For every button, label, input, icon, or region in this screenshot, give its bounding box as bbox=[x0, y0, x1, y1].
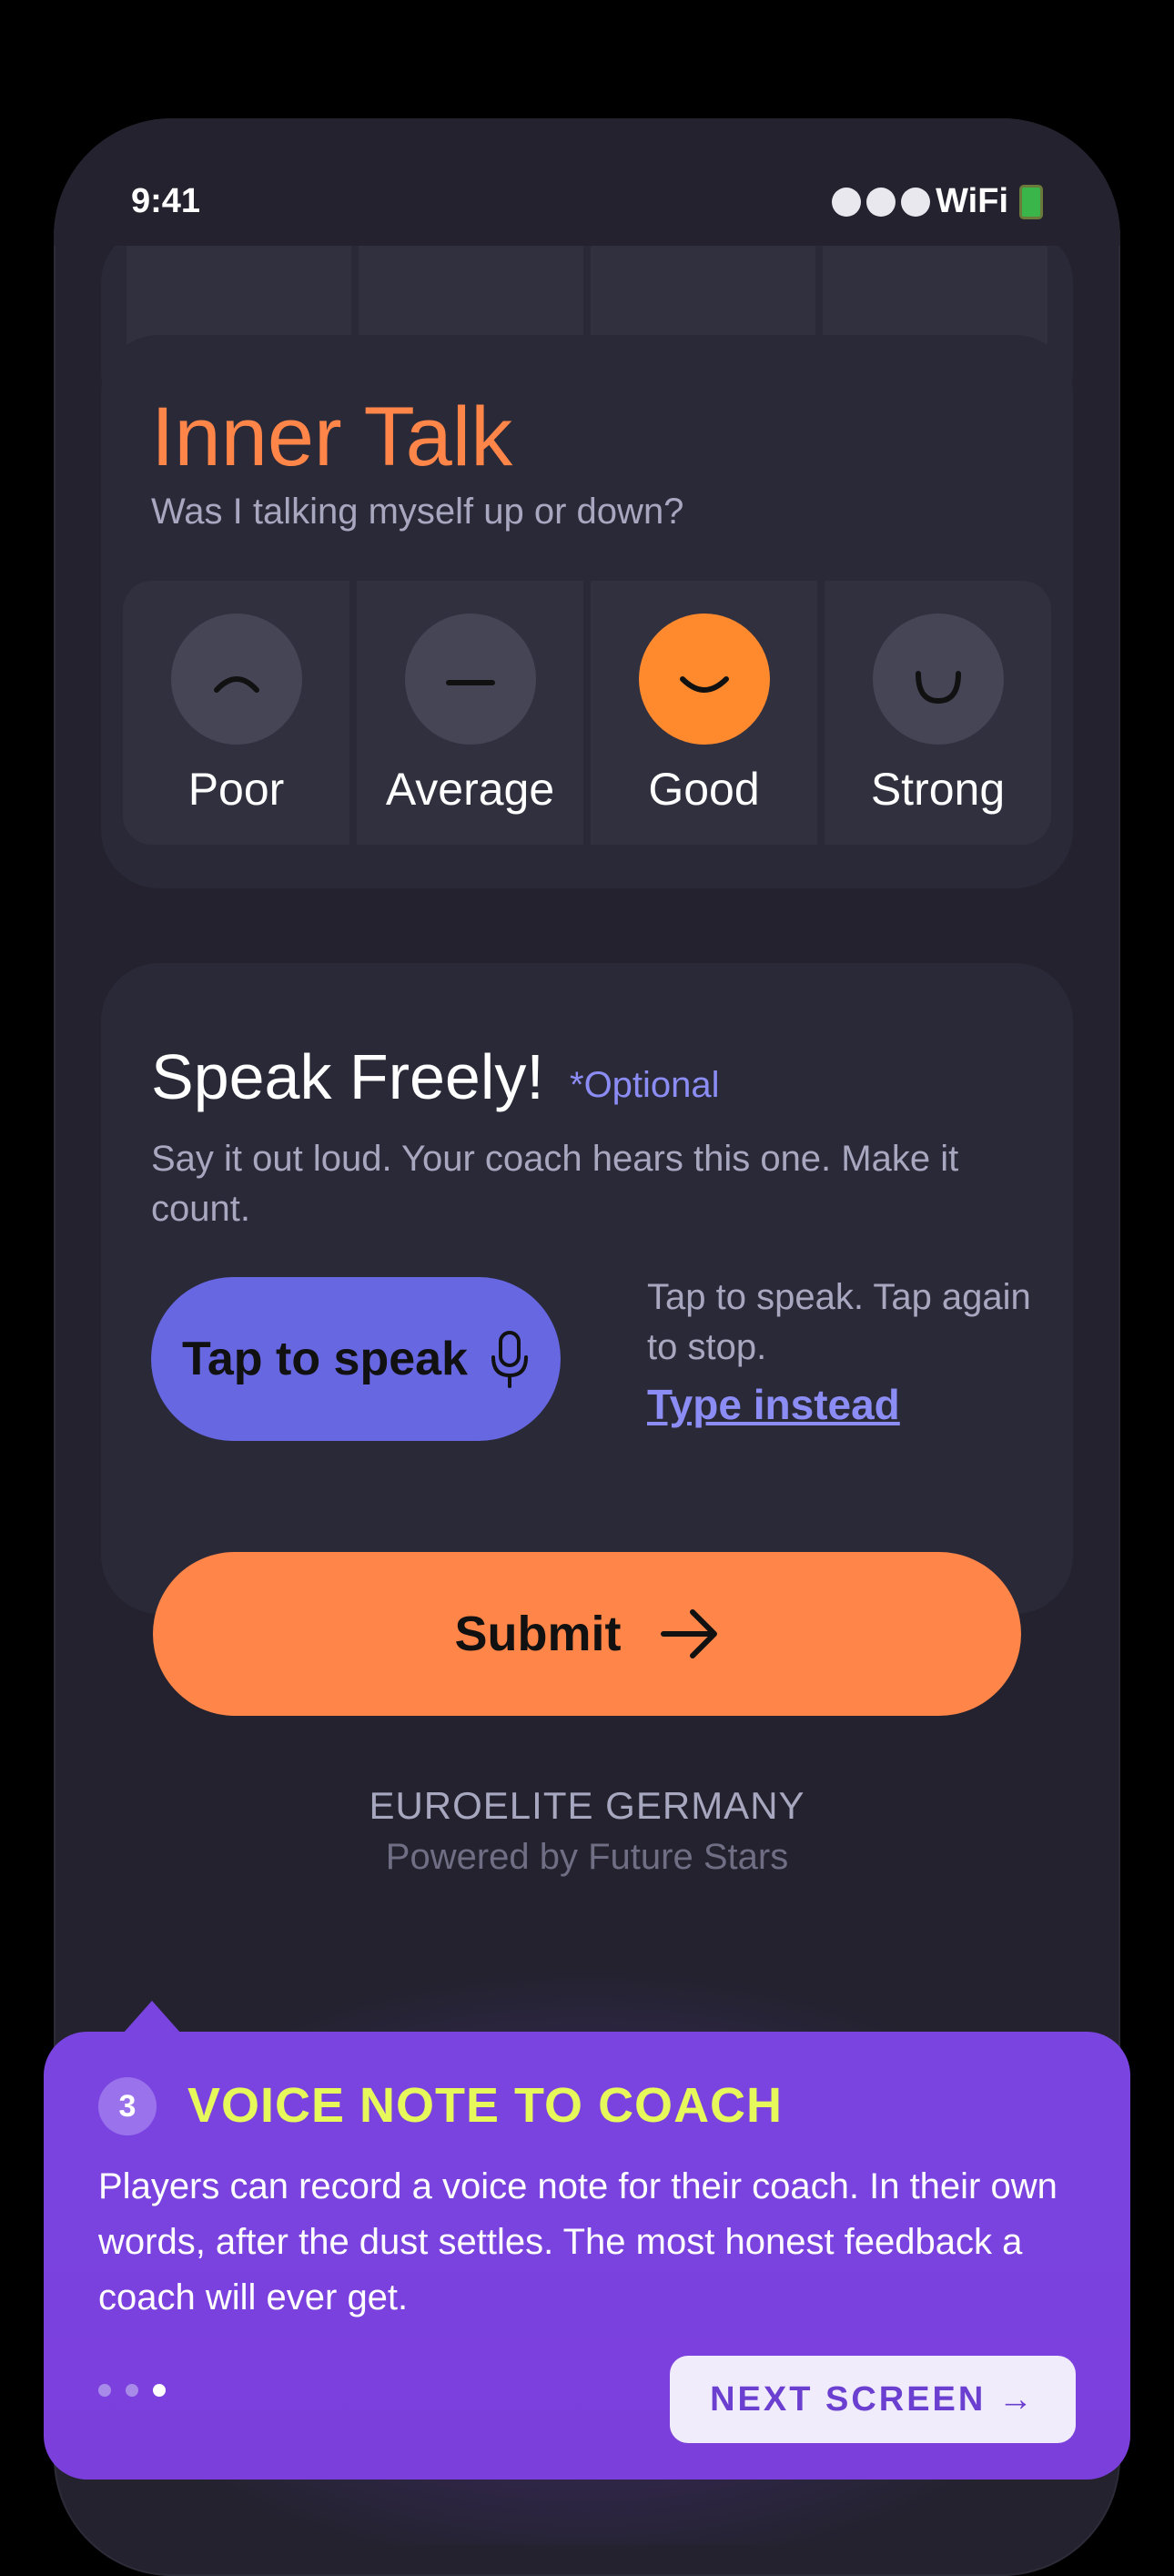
page-dot-active bbox=[153, 2384, 166, 2397]
rating-option-label: Poor bbox=[187, 764, 285, 815]
wifi-label: WiFi bbox=[936, 182, 1008, 220]
optional-tag: *Optional bbox=[570, 1065, 720, 1105]
battery-icon bbox=[1019, 184, 1043, 219]
signal-dot-icon bbox=[901, 187, 931, 217]
step-badge: 3 bbox=[98, 2077, 157, 2135]
speak-freely-title: Speak Freely! bbox=[151, 1041, 544, 1112]
rating-option-average[interactable]: Average bbox=[357, 581, 583, 845]
status-bar: 9:41 WiFi bbox=[54, 118, 1120, 246]
microphone-icon bbox=[491, 1331, 528, 1388]
rating-option-good[interactable]: Good bbox=[591, 581, 817, 845]
tooltip-pointer bbox=[123, 2001, 181, 2033]
footer-powered-by: Powered by Future Stars bbox=[385, 1837, 789, 1877]
speak-freely-card: Speak Freely! *Optional Say it out loud.… bbox=[101, 963, 1073, 1614]
smile-face-icon bbox=[638, 614, 770, 745]
status-indicators: WiFi bbox=[832, 182, 1043, 221]
tap-to-speak-label: Tap to speak bbox=[181, 1333, 468, 1385]
frown-face-icon bbox=[170, 614, 302, 745]
submit-label: Submit bbox=[454, 1607, 622, 1661]
signal-dot-icon bbox=[866, 187, 896, 217]
page-dot bbox=[126, 2384, 138, 2397]
arrow-right-icon bbox=[660, 1609, 717, 1658]
page-dot bbox=[98, 2384, 111, 2397]
footer-org: EUROELITE GERMANY bbox=[369, 1784, 805, 1827]
submit-button[interactable]: Submit bbox=[153, 1552, 1021, 1716]
rating-option-label: Good bbox=[648, 764, 760, 815]
tap-to-speak-button[interactable]: Tap to speak bbox=[151, 1277, 561, 1441]
next-screen-button[interactable]: NEXT SCREEN → bbox=[670, 2356, 1076, 2443]
rating-option-label: Strong bbox=[870, 764, 1006, 815]
rating-scale: Poor Average Good Strong bbox=[123, 581, 1051, 845]
speak-freely-description: Say it out loud. Your coach hears this o… bbox=[151, 1139, 959, 1229]
type-instead-link[interactable]: Type instead bbox=[647, 1380, 900, 1429]
rating-option-poor[interactable]: Poor bbox=[123, 581, 349, 845]
rating-option-strong[interactable]: Strong bbox=[825, 581, 1051, 845]
big-smile-face-icon bbox=[872, 614, 1004, 745]
status-time: 9:41 bbox=[131, 182, 201, 220]
neutral-face-icon bbox=[404, 614, 536, 745]
speak-hint: Tap to speak. Tap again to stop. bbox=[647, 1277, 1031, 1367]
tooltip-body: Players can record a voice note for thei… bbox=[98, 2166, 1058, 2317]
tooltip-title: VOICE NOTE TO COACH bbox=[187, 2078, 784, 2133]
signal-dot-icon bbox=[832, 187, 862, 217]
onboarding-tooltip: 3 VOICE NOTE TO COACH Players can record… bbox=[44, 2032, 1130, 2480]
inner-talk-card: Inner Talk Was I talking myself up or do… bbox=[101, 335, 1073, 888]
inner-talk-title: Inner Talk bbox=[151, 390, 513, 483]
inner-talk-subtitle: Was I talking myself up or down? bbox=[151, 492, 684, 532]
page-indicator bbox=[98, 2384, 166, 2397]
rating-option-label: Average bbox=[385, 764, 555, 815]
